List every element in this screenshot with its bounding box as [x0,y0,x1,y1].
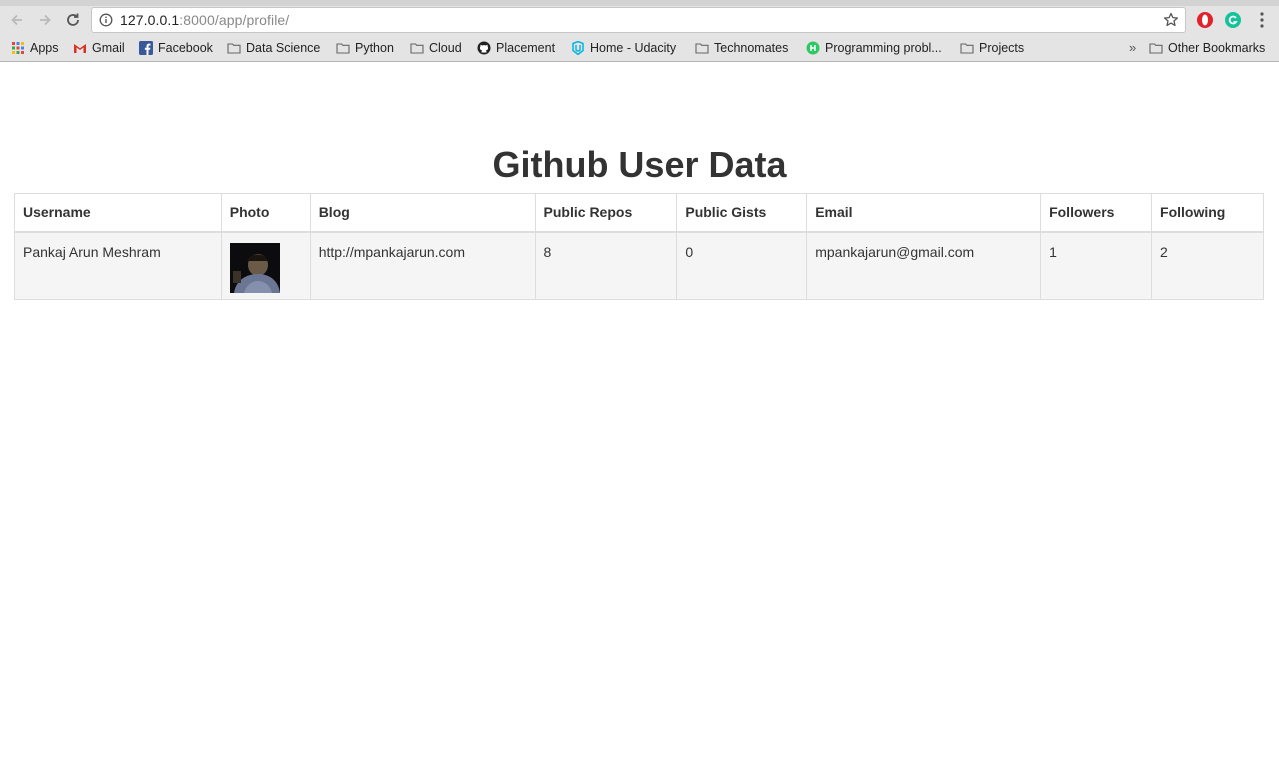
udacity-icon [572,41,584,55]
reload-button[interactable] [59,6,87,34]
bookmark-apps[interactable]: Apps [11,37,59,59]
cell-username: Pankaj Arun Meshram [14,231,222,300]
bookmark-label: Projects [979,41,1025,55]
browser-toolbar: 127.0.0.1:8000/app/profile/ [0,6,1279,34]
url-path: :8000/app/profile/ [179,12,290,28]
bookmarks-bar: Apps Gmail Facebook Data Science Python … [0,37,1279,59]
bookmark-label: Technomates [714,41,789,55]
bookmark-label: Data Science [246,41,321,55]
avatar [229,242,280,293]
bookmark-star-icon[interactable] [1163,12,1179,28]
bookmark-gmail[interactable]: Gmail [73,37,125,59]
column-header-followers: Followers [1040,193,1153,233]
bookmark-label: Python [355,41,394,55]
column-header-public-repos: Public Repos [534,193,678,233]
table-header-row: Username Photo Blog Public Repos Public … [14,193,1264,233]
cell-photo [220,231,311,300]
column-header-following: Following [1151,193,1264,233]
bookmark-folder-other-bookmarks[interactable]: Other Bookmarks [1149,37,1265,59]
page-title: Github User Data [492,144,787,185]
bookmark-udacity[interactable]: Home - Udacity [571,37,676,59]
github-user-table: Username Photo Blog Public Repos Public … [14,193,1264,300]
bookmark-label: Home - Udacity [590,41,677,55]
bookmark-folder-data-science[interactable]: Data Science [227,37,320,59]
bookmark-label: Programming probl... [825,41,942,55]
reload-icon [67,13,79,26]
bookmark-folder-projects[interactable]: Projects [960,37,1024,59]
column-header-public-gists: Public Gists [676,193,808,233]
url-text: 127.0.0.1:8000/app/profile/ [120,12,289,28]
bookmark-label: Facebook [158,41,213,55]
apps-grid-icon [12,42,24,54]
column-header-email: Email [806,193,1042,233]
cell-blog: http://mpankajarun.com [309,231,536,300]
forward-button[interactable] [31,6,59,34]
cell-public-gists: 0 [676,231,808,300]
bookmark-programming-problems[interactable]: Programming probl... [806,37,942,59]
bookmark-folder-technomates[interactable]: Technomates [695,37,788,59]
bookmark-placement[interactable]: Placement [477,37,555,59]
cell-followers: 1 [1040,231,1153,300]
arrow-left-icon [11,14,22,26]
cell-following: 2 [1151,231,1264,300]
folder-icon [410,43,424,54]
arrow-right-icon [40,14,51,26]
cell-email: mpankajarun@gmail.com [806,231,1042,300]
folder-icon [336,43,350,54]
cell-public-repos: 8 [534,231,678,300]
url-host: 127.0.0.1 [120,12,180,28]
bookmark-folder-python[interactable]: Python [336,37,394,59]
browser-chrome: 127.0.0.1:8000/app/profile/ Apps Gmail F… [0,0,1279,62]
bookmark-label: Gmail [92,41,125,55]
table-row: Pankaj Arun Meshram http://mpankajarun.c… [14,231,1264,300]
address-bar[interactable]: 127.0.0.1:8000/app/profile/ [91,7,1186,33]
more-bookmarks-chevron-icon[interactable]: » [1129,40,1136,55]
gmail-icon [74,44,86,53]
bookmark-facebook[interactable]: Facebook [139,37,213,59]
bookmark-label: Other Bookmarks [1168,41,1266,55]
hackerrank-icon [806,41,820,55]
opera-vpn-icon[interactable] [1196,11,1214,29]
column-header-username: Username [14,193,222,233]
menu-dots-icon[interactable] [1254,11,1270,29]
back-button[interactable] [3,6,31,34]
column-header-blog: Blog [309,193,536,233]
column-header-photo: Photo [220,193,311,233]
github-icon [477,41,491,55]
folder-icon [695,43,709,54]
bookmark-label: Placement [496,41,556,55]
grammarly-icon[interactable] [1224,11,1242,29]
info-icon[interactable] [99,13,113,27]
bookmark-label: Cloud [429,41,462,55]
folder-icon [227,43,241,54]
bookmark-label: Apps [30,41,59,55]
bookmark-folder-cloud[interactable]: Cloud [410,37,462,59]
folder-icon [1149,43,1163,54]
facebook-icon [139,41,153,55]
folder-icon [960,43,974,54]
